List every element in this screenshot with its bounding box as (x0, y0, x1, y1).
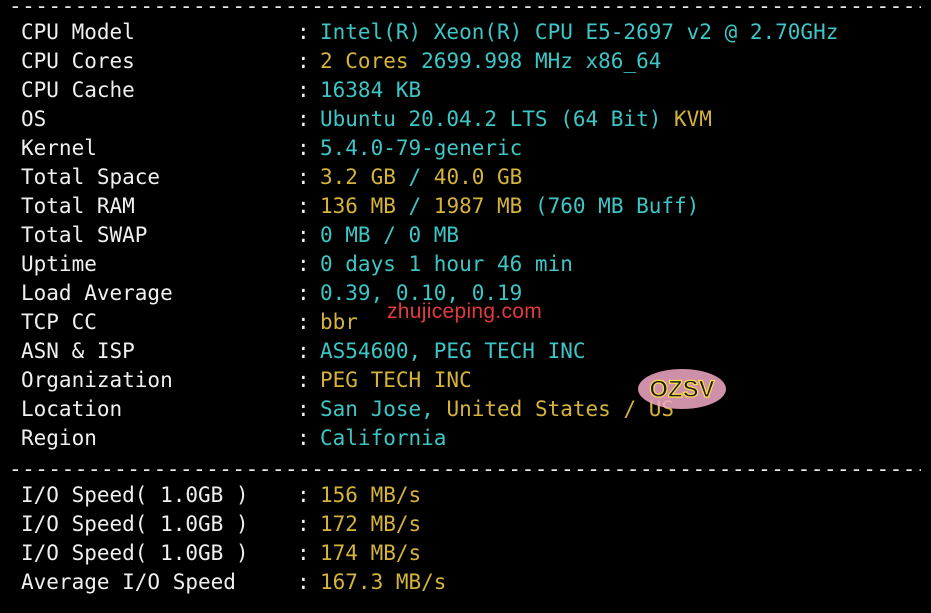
io-value: 167.3 MB/s (320, 568, 446, 597)
sysinfo-value-part: 5.4.0-79-generic (320, 136, 523, 160)
sysinfo-value-part: / (395, 165, 434, 189)
sysinfo-label: CPU Model (21, 20, 135, 44)
io-value: 172 MB/s (320, 510, 421, 539)
sysinfo-value-part: 40.0 GB (433, 165, 523, 189)
watermark-text: zhujiceping.com (387, 300, 543, 323)
sysinfo-value: Ubuntu 20.04.2 LTS (64 Bit) KVM (320, 105, 712, 134)
sysinfo-colon: : (297, 339, 310, 363)
io-colon: : (297, 541, 310, 565)
sysinfo-label: Region (21, 426, 97, 450)
sysinfo-value: 2 Cores 2699.998 MHz x86_64 (320, 47, 661, 76)
sysinfo-colon: : (297, 426, 310, 450)
sysinfo-value-part: 136 MB (320, 194, 396, 218)
sysinfo-value-part: bbr (320, 310, 358, 334)
sysinfo-label: CPU Cores (21, 49, 135, 73)
sysinfo-value: 136 MB / 1987 MB (760 MB Buff) (320, 192, 699, 221)
sysinfo-label: TCP CC (21, 310, 97, 334)
sysinfo-label: Kernel (21, 136, 97, 160)
sysinfo-value: Intel(R) Xeon(R) CPU E5-2697 v2 @ 2.70GH… (320, 18, 838, 47)
sysinfo-colon: : (297, 136, 310, 160)
io-value-part: 174 MB/s (320, 541, 422, 565)
io-value: 174 MB/s (320, 539, 421, 568)
sysinfo-value-part: AS54600, PEG TECH INC (320, 339, 586, 363)
io-label: I/O Speed( 1.0GB ) (21, 541, 249, 565)
sysinfo-colon: : (297, 368, 310, 392)
separator-middle: ----------------------------------------… (9, 459, 921, 479)
sysinfo-value-part: PEG TECH INC (320, 368, 472, 392)
sysinfo-label: OS (21, 107, 47, 131)
ozsv-logo: OZSV (638, 369, 726, 409)
sysinfo-value-part: San Jose, (320, 397, 447, 421)
sysinfo-value-part: 1987 MB (433, 194, 523, 218)
sysinfo-colon: : (297, 252, 310, 276)
sysinfo-colon: : (297, 223, 310, 247)
sysinfo-value-part: Intel(R) Xeon(R) CPU E5-2697 v2 @ 2.70GH… (320, 20, 839, 44)
sysinfo-value-part: KVM (674, 107, 712, 131)
sysinfo-value: 5.4.0-79-generic (320, 134, 522, 163)
sysinfo-value: California (320, 424, 446, 453)
sysinfo-value: San Jose, United States / US (320, 395, 674, 424)
sysinfo-value-part: Ubuntu 20.04.2 LTS (64 Bit) (320, 107, 675, 131)
io-colon: : (297, 483, 310, 507)
sysinfo-colon: : (297, 397, 310, 421)
sysinfo-value: bbr (320, 308, 358, 337)
sysinfo-label: ASN & ISP (21, 339, 135, 363)
sysinfo-colon: : (297, 20, 310, 44)
sysinfo-label: CPU Cache (21, 78, 135, 102)
sysinfo-label: Total SWAP (21, 223, 148, 247)
sysinfo-colon: : (297, 310, 310, 334)
sysinfo-value-part: 2 Cores (320, 49, 409, 73)
sysinfo-value-part: 16384 KB (320, 78, 422, 102)
sysinfo-value: AS54600, PEG TECH INC (320, 337, 586, 366)
io-colon: : (297, 570, 310, 594)
sysinfo-label: Uptime (21, 252, 97, 276)
sysinfo-colon: : (297, 281, 310, 305)
sysinfo-value-part: 0 MB / 0 MB (320, 223, 460, 247)
sysinfo-value-part: 3.2 GB (320, 165, 396, 189)
sysinfo-colon: : (297, 49, 310, 73)
sysinfo-value: 3.2 GB / 40.0 GB (320, 163, 522, 192)
io-label: Average I/O Speed (21, 570, 236, 594)
sysinfo-label: Total RAM (21, 194, 135, 218)
sysinfo-value: 16384 KB (320, 76, 421, 105)
sysinfo-label: Load Average (21, 281, 173, 305)
separator-top: ----------------------------------------… (9, 0, 921, 16)
sysinfo-label: Location (21, 397, 123, 421)
sysinfo-value-part: 2699.998 MHz x86_64 (408, 49, 662, 73)
sysinfo-colon: : (297, 165, 310, 189)
sysinfo-colon: : (297, 78, 310, 102)
sysinfo-value-part: / (395, 194, 434, 218)
io-label: I/O Speed( 1.0GB ) (21, 512, 249, 536)
io-value-part: 156 MB/s (320, 483, 422, 507)
io-label: I/O Speed( 1.0GB ) (21, 483, 249, 507)
sysinfo-value: 0 days 1 hour 46 min (320, 250, 573, 279)
io-colon: : (297, 512, 310, 536)
io-value-part: 172 MB/s (320, 512, 422, 536)
io-value: 156 MB/s (320, 481, 421, 510)
sysinfo-value-part: California (320, 426, 447, 450)
io-value-part: 167.3 MB/s (320, 570, 447, 594)
ozsv-logo-text: OZSV (649, 376, 714, 403)
sysinfo-value: 0 MB / 0 MB (320, 221, 459, 250)
sysinfo-value: PEG TECH INC (320, 366, 472, 395)
sysinfo-value-part: 0 days 1 hour 46 min (320, 252, 573, 276)
sysinfo-label: Organization (21, 368, 173, 392)
sysinfo-colon: : (297, 194, 310, 218)
terminal-window[interactable]: ----------------------------------------… (0, 0, 931, 613)
sysinfo-label: Total Space (21, 165, 161, 189)
sysinfo-value-part: (760 MB Buff) (522, 194, 700, 218)
sysinfo-colon: : (297, 107, 310, 131)
